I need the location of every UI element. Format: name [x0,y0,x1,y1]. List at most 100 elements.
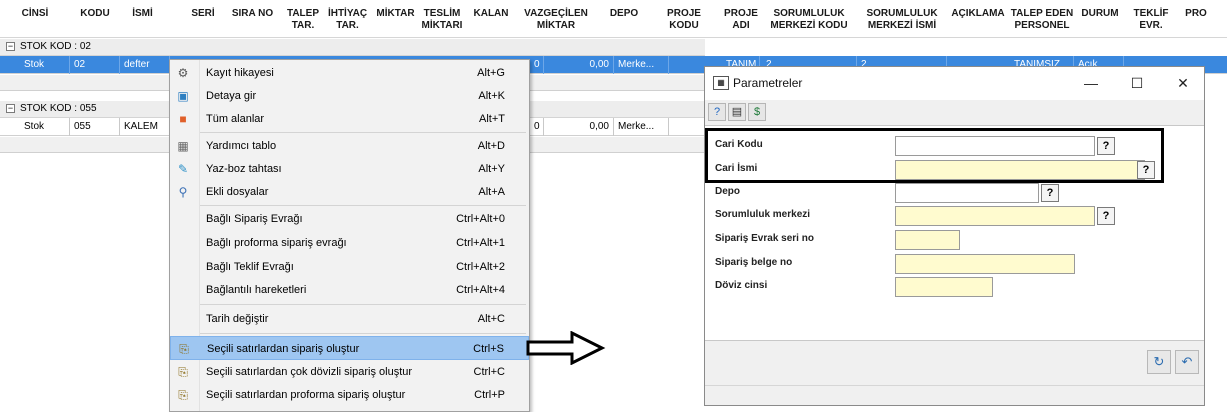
menu-item-label: Bağlı Teklif Evrağı [206,261,294,273]
confirm-icon[interactable]: ↻ [1147,350,1171,374]
menu-item-label: Yardımcı tablo [206,140,277,152]
money-icon[interactable]: $ [748,103,766,121]
menu-item-ekli-dosyalar[interactable]: ⚲ Ekli dosyalar Alt+A [170,180,529,204]
column-header-sira-no[interactable]: SIRA NO [225,0,280,38]
column-header-aciklama[interactable]: AÇIKLAMA [948,0,1008,38]
column-header-depo[interactable]: DEPO [598,0,650,38]
maximize-button[interactable]: ☐ [1115,71,1159,95]
menu-item-shortcut: Ctrl+P [474,389,505,401]
menu-separator [200,304,526,305]
menu-item-shortcut: Ctrl+Alt+1 [456,237,505,249]
siparis-belge-no-input[interactable] [895,254,1075,274]
cell-cinsi: Stok [20,56,70,74]
order-icon: ⎘ [179,342,189,356]
column-header-ismi[interactable]: İSMİ [120,0,165,38]
collapse-icon[interactable]: − [6,104,15,113]
form-row-sorumluluk: Sorumluluk merkezi ? [715,206,1195,226]
dialog-footer: ↻ ↶ [705,340,1204,385]
column-header-pro[interactable]: PRO [1176,0,1216,38]
menu-item-label: Bağlantılı hareketleri [206,284,307,296]
column-header-proje-adi[interactable]: PROJE ADI [722,0,760,38]
close-button[interactable]: ✕ [1161,71,1205,95]
menu-item-yaz-boz-tahtasi[interactable]: ✎ Yaz-boz tahtası Alt+Y [170,157,529,181]
minimize-button[interactable]: — [1069,71,1113,95]
column-header-miktar[interactable]: MİKTAR [373,0,418,38]
menu-item-shortcut: Alt+K [478,90,505,102]
group-label: STOK KOD : 055 [20,103,97,114]
column-header-durum[interactable]: DURUM [1076,0,1124,38]
form-row-belge-no: Sipariş belge no [715,254,1195,274]
form-row-evrak-seri: Sipariş Evrak seri no [715,230,1195,250]
cell-ismi: defter [120,56,170,74]
menu-item-bagli-proforma-siparis[interactable]: Bağlı proforma sipariş evrağı Ctrl+Alt+1 [170,231,529,255]
column-header-talep-eden[interactable]: TALEP EDEN PERSONEL [1010,0,1074,38]
cell-ismi: KALEM [120,118,170,136]
menu-item-shortcut: Ctrl+Alt+0 [456,213,505,225]
sorumluluk-merkezi-input[interactable] [895,206,1095,226]
form-row-doviz: Döviz cinsi [715,277,1195,297]
column-header-seri[interactable]: SERİ [183,0,223,38]
menu-item-yardimci-tablo[interactable]: ▦ Yardımcı tablo Alt+D [170,134,529,158]
column-header-sorumluluk-kodu[interactable]: SORUMLULUK MERKEZİ KODU [763,0,855,38]
column-header-teslim-miktari[interactable]: TESLİM MİKTARI [418,0,466,38]
menu-item-secili-siparis-olustur[interactable]: ⎘ Seçili satırlardan sipariş oluştur Ctr… [170,336,529,360]
calculator-icon[interactable]: ▤ [728,103,746,121]
field-label: Döviz cinsi [715,280,768,291]
dialog-titlebar[interactable]: ▦ Parametreler — ☐ ✕ [705,67,1204,100]
menu-item-shortcut: Alt+A [478,186,505,198]
highlight-frame [705,128,1164,183]
menu-item-shortcut: Ctrl+S [473,343,504,355]
siparis-evrak-seri-input[interactable] [895,230,960,250]
notepad-icon: ✎ [177,162,189,176]
menu-item-secili-proforma-siparis[interactable]: ⎘ Seçili satırlardan proforma sipariş ol… [170,383,529,407]
pointer-arrow-icon [526,331,606,365]
menu-item-label: Tarih değiştir [206,313,269,325]
column-header-ihtiyac-tar[interactable]: İHTİYAÇ TAR. [325,0,370,38]
column-header-kodu[interactable]: KODU [70,0,120,38]
order-icon: ⎘ [178,388,188,402]
depo-input[interactable] [895,183,1039,203]
menu-item-shortcut: Alt+D [477,140,505,152]
help-icon[interactable]: ? [708,103,726,121]
column-header-cinsi[interactable]: CİNSİ [0,0,70,38]
menu-item-shortcut: Ctrl+Alt+4 [456,284,505,296]
menu-separator [200,333,526,334]
field-label: Depo [715,186,740,197]
cell-vazgecilen: 0,00 [544,118,614,136]
menu-item-bagli-teklif-evragi[interactable]: Bağlı Teklif Evrağı Ctrl+Alt+2 [170,255,529,279]
column-header-teklif-evr[interactable]: TEKLİF EVR. [1130,0,1172,38]
cancel-icon[interactable]: ↶ [1175,350,1199,374]
column-header-vazgecilen-miktar[interactable]: VAZGEÇİLEN MİKTAR [516,0,596,38]
menu-item-label: Seçili satırlardan sipariş oluştur [207,343,360,355]
cell-kalan: 0 [530,118,544,136]
menu-separator [200,205,526,206]
field-label: Sipariş Evrak seri no [715,233,814,244]
collapse-icon[interactable]: − [6,42,15,51]
group-header-row[interactable]: − STOK KOD : 02 [0,39,705,56]
menu-item-bagli-siparis-evragi[interactable]: Bağlı Sipariş Evrağı Ctrl+Alt+0 [170,207,529,231]
field-label: Sipariş belge no [715,257,793,268]
column-header-proje-kodu[interactable]: PROJE KODU [665,0,703,38]
column-header-sorumluluk-ismi[interactable]: SORUMLULUK MERKEZİ İSMİ [858,0,946,38]
menu-item-baglantili-hareketleri[interactable]: Bağlantılı hareketleri Ctrl+Alt+4 [170,278,529,302]
menu-item-secili-cok-dovizli-siparis[interactable]: ⎘ Seçili satırlardan çok dövizli sipariş… [170,360,529,384]
app-icon: ▦ [713,76,729,90]
menu-item-detaya-gir[interactable]: ▣ Detaya gir Alt+K [170,84,529,108]
menu-item-kayit-hikayesi[interactable]: ⚙ Kayıt hikayesi Alt+G [170,61,529,85]
cell-kodu: 055 [70,118,120,136]
dialog-title: Parametreler [733,76,803,90]
menu-item-tarih-degistir[interactable]: Tarih değiştir Alt+C [170,307,529,331]
field-label: Sorumluluk merkezi [715,209,811,220]
column-header-talep-tar[interactable]: TALEP TAR. [283,0,323,38]
lookup-button[interactable]: ? [1041,184,1059,202]
doviz-cinsi-input[interactable] [895,277,993,297]
group-label: STOK KOD : 02 [20,41,91,52]
menu-item-tum-alanlar[interactable]: ■ Tüm alanlar Alt+T [170,107,529,131]
menu-item-partial[interactable] [170,406,529,411]
dialog-statusbar [705,385,1204,405]
cell-cinsi: Stok [20,118,70,136]
lookup-button[interactable]: ? [1097,207,1115,225]
column-header-kalan[interactable]: KALAN [466,0,516,38]
history-icon: ⚙ [177,66,189,80]
cell-kodu: 02 [70,56,120,74]
